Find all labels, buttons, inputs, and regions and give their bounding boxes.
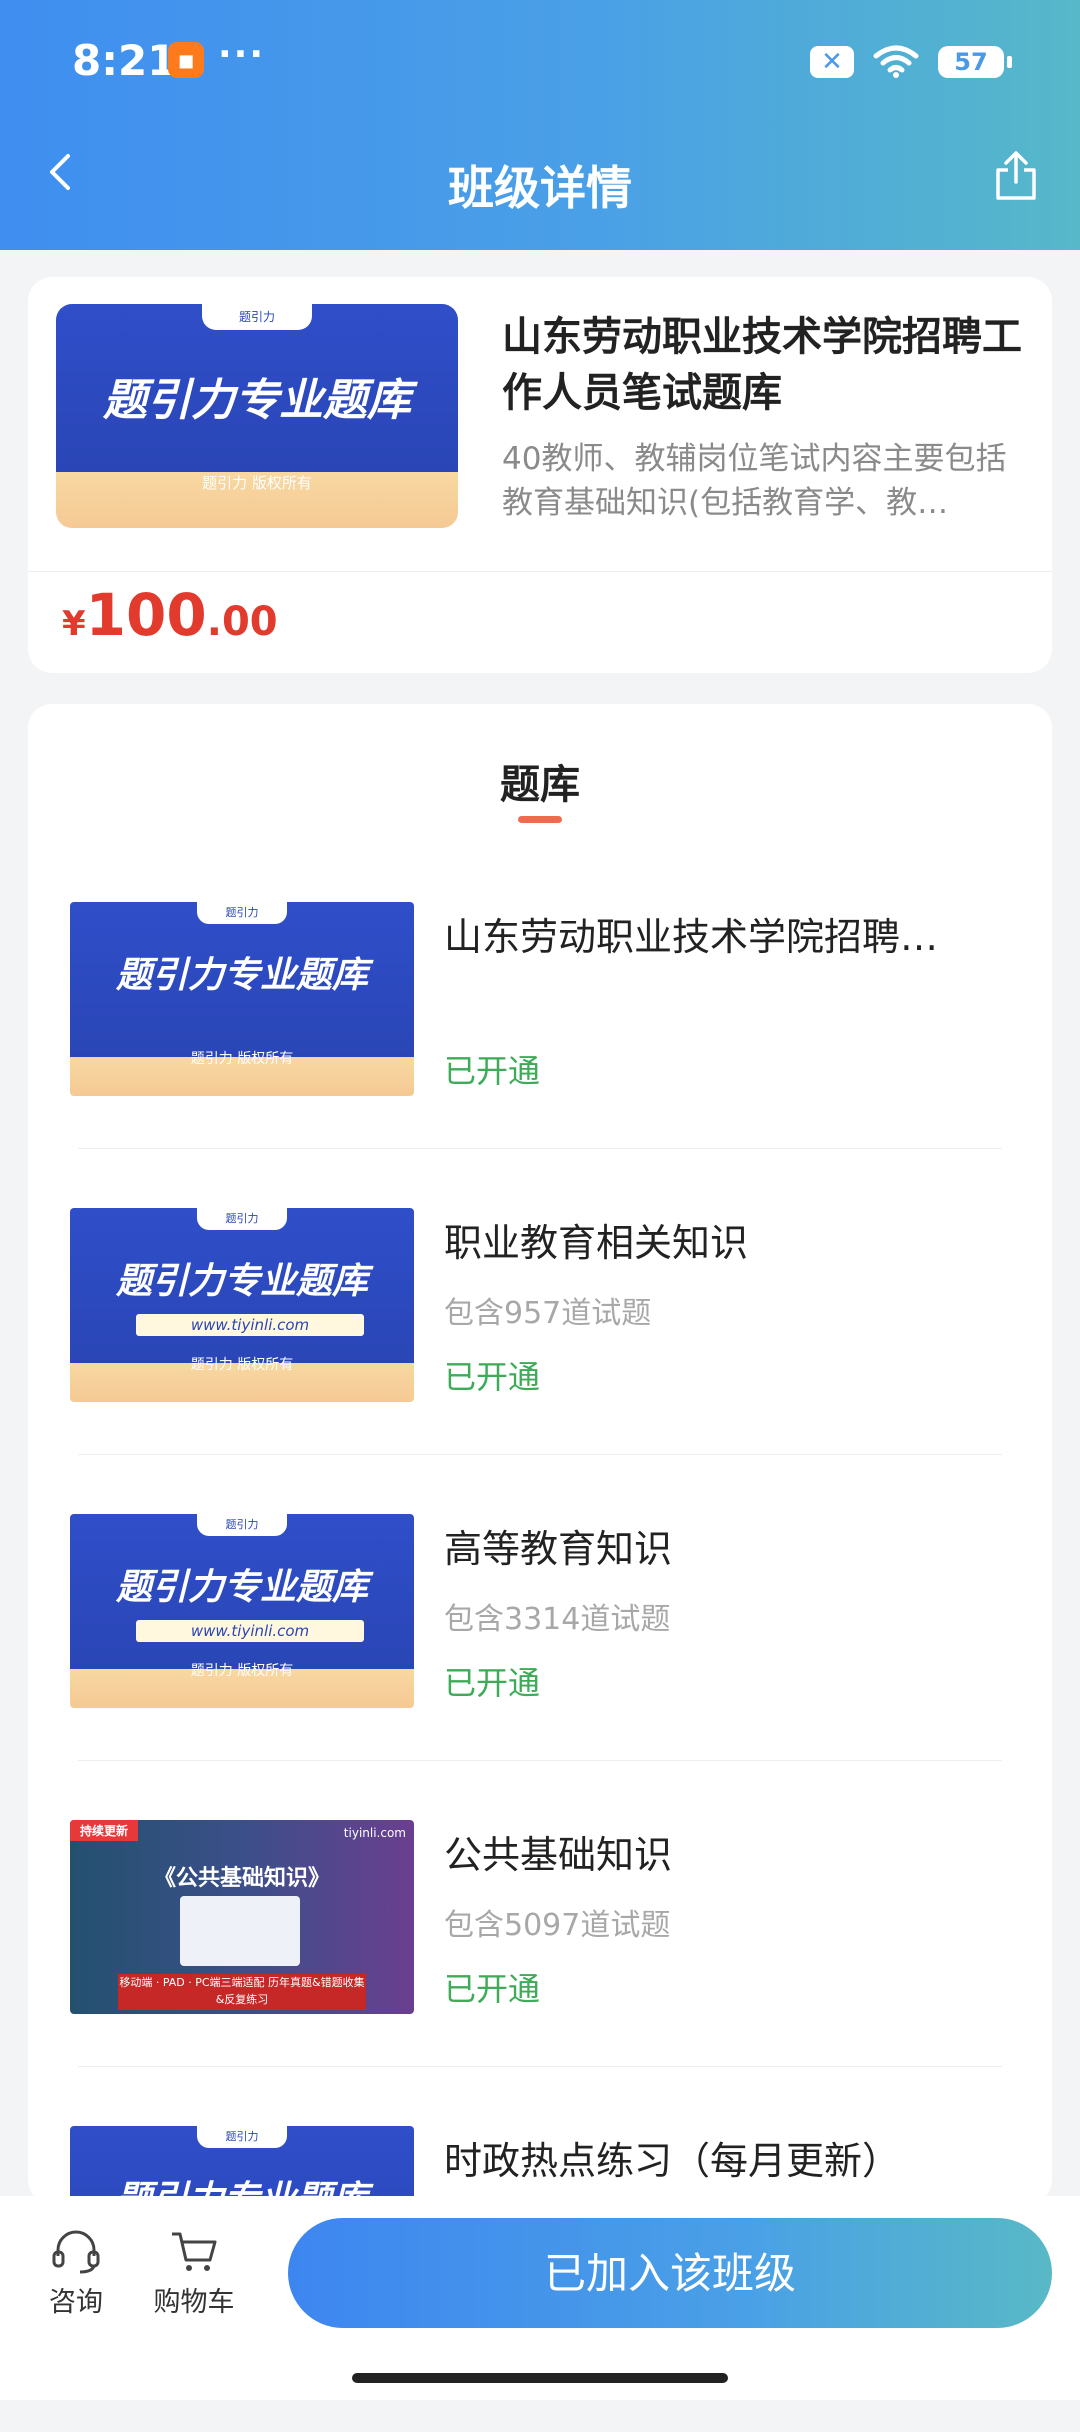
item-count: 包含5097道试题	[444, 1908, 671, 1943]
divider	[78, 1454, 1002, 1455]
bottom-bar: 咨询 购物车 已加入该班级	[0, 2196, 1080, 2400]
thumb-brand: tiyinli.com	[343, 1826, 406, 1840]
item-count: 包含957道试题	[444, 1296, 652, 1331]
list-item[interactable]: 题引力 题引力专业题库 www.tiyinli.com 题引力 版权所有 职业教…	[28, 1208, 1052, 1514]
thumb-title: 《公共基础知识》	[153, 1866, 330, 1891]
divider	[78, 2066, 1002, 2067]
thumb-brand: 题引力	[197, 1514, 287, 1536]
thumb-badge: 持续更新	[70, 1820, 139, 1841]
cover-title: 题引力专业题库	[103, 375, 411, 426]
price-decimal: .00	[206, 599, 278, 645]
status-time: 8:21	[72, 36, 177, 85]
headset-icon	[52, 2230, 100, 2274]
item-count: 包含3314道试题	[444, 1602, 671, 1637]
header: 8:21 ◼ ··· ✕ 57 班级详情	[0, 0, 1080, 250]
battery-icon: 57	[938, 46, 1012, 78]
thumb-title: 题引力专业题库	[115, 1261, 368, 1302]
course-price: ¥100.00	[62, 581, 278, 649]
sim-off-icon: ✕	[810, 46, 854, 78]
thumb-title: 题引力专业题库	[115, 955, 368, 996]
consult-label: 咨询	[49, 2287, 103, 2318]
cart-button[interactable]: 购物车	[148, 2228, 240, 2319]
thumb-footer: 题引力 版权所有	[190, 1663, 294, 1679]
price-integer: 100	[85, 581, 207, 649]
home-indicator	[352, 2373, 728, 2383]
price-symbol: ¥	[62, 604, 86, 644]
divider	[28, 571, 1052, 572]
status-icons: ✕ 57	[810, 44, 1012, 80]
list-item[interactable]: 持续更新 tiyinli.com 《公共基础知识》 移动端 · PAD · PC…	[28, 1820, 1052, 2126]
thumb-bar: 移动端 · PAD · PC端三端适配 历年真题&错题收集&反复练习	[118, 1974, 366, 2010]
question-bank-panel: 题库 题引力 题引力专业题库 题引力 版权所有 山东劳动职业技术学院招聘… 已开…	[28, 704, 1052, 2320]
consult-button[interactable]: 咨询	[42, 2228, 110, 2319]
cover-brand: 题引力	[202, 304, 312, 330]
item-title: 公共基础知识	[444, 1833, 673, 1877]
devices-illustration	[180, 1896, 300, 1966]
join-class-button[interactable]: 已加入该班级	[288, 2218, 1052, 2328]
course-card: 题引力 题引力专业题库 题引力 版权所有 山东劳动职业技术学院招聘工作人员笔试题…	[28, 277, 1052, 673]
thumb-url: www.tiyinli.com	[136, 1620, 364, 1642]
item-thumbnail: 题引力 题引力专业题库 www.tiyinli.com 题引力 版权所有	[70, 1208, 414, 1402]
wifi-icon	[873, 45, 919, 78]
item-title: 高等教育知识	[444, 1527, 673, 1571]
app-notification-icon: ◼	[168, 42, 204, 78]
list-item[interactable]: 题引力 题引力专业题库 www.tiyinli.com 题引力 版权所有 高等教…	[28, 1514, 1052, 1820]
share-icon[interactable]	[992, 150, 1040, 202]
item-title: 山东劳动职业技术学院招聘…	[444, 915, 939, 959]
thumb-footer: 题引力 版权所有	[190, 1357, 294, 1373]
course-title: 山东劳动职业技术学院招聘工作人员笔试题库	[502, 314, 1022, 416]
thumb-brand: 题引力	[197, 1208, 287, 1230]
course-cover-image: 题引力 题引力专业题库 题引力 版权所有	[56, 304, 458, 528]
thumb-footer: 题引力 版权所有	[190, 1051, 294, 1067]
item-title: 时政热点练习（每月更新）	[444, 2139, 901, 2183]
cart-icon	[172, 2232, 217, 2271]
more-notifications-icon: ···	[218, 34, 266, 75]
thumb-url: www.tiyinli.com	[136, 1314, 364, 1336]
divider	[78, 1148, 1002, 1149]
item-status: 已开通	[444, 1358, 541, 1396]
list-item[interactable]: 题引力 题引力专业题库 题引力 版权所有 山东劳动职业技术学院招聘… 已开通	[28, 902, 1052, 1208]
thumb-title: 题引力专业题库	[115, 1567, 368, 1608]
item-thumbnail: 题引力 题引力专业题库 题引力 版权所有	[70, 902, 414, 1096]
question-bank-tab[interactable]: 题库	[28, 752, 1052, 810]
thumb-brand: 题引力	[197, 902, 287, 924]
item-status: 已开通	[444, 1052, 541, 1090]
item-status: 已开通	[444, 1970, 541, 2008]
page-title: 班级详情	[448, 161, 632, 215]
cart-label: 购物车	[153, 2287, 235, 2318]
cover-footer: 题引力 版权所有	[202, 474, 312, 492]
course-description: 40教师、教辅岗位笔试内容主要包括教育基础知识(包括教育学、教…	[502, 441, 1007, 521]
item-title: 职业教育相关知识	[444, 1221, 749, 1265]
item-thumbnail: 持续更新 tiyinli.com 《公共基础知识》 移动端 · PAD · PC…	[70, 1820, 414, 2014]
divider	[78, 1760, 1002, 1761]
tab-underline	[518, 816, 562, 823]
item-thumbnail: 题引力 题引力专业题库 www.tiyinli.com 题引力 版权所有	[70, 1514, 414, 1708]
thumb-brand: 题引力	[197, 2126, 287, 2148]
item-status: 已开通	[444, 1664, 541, 1702]
